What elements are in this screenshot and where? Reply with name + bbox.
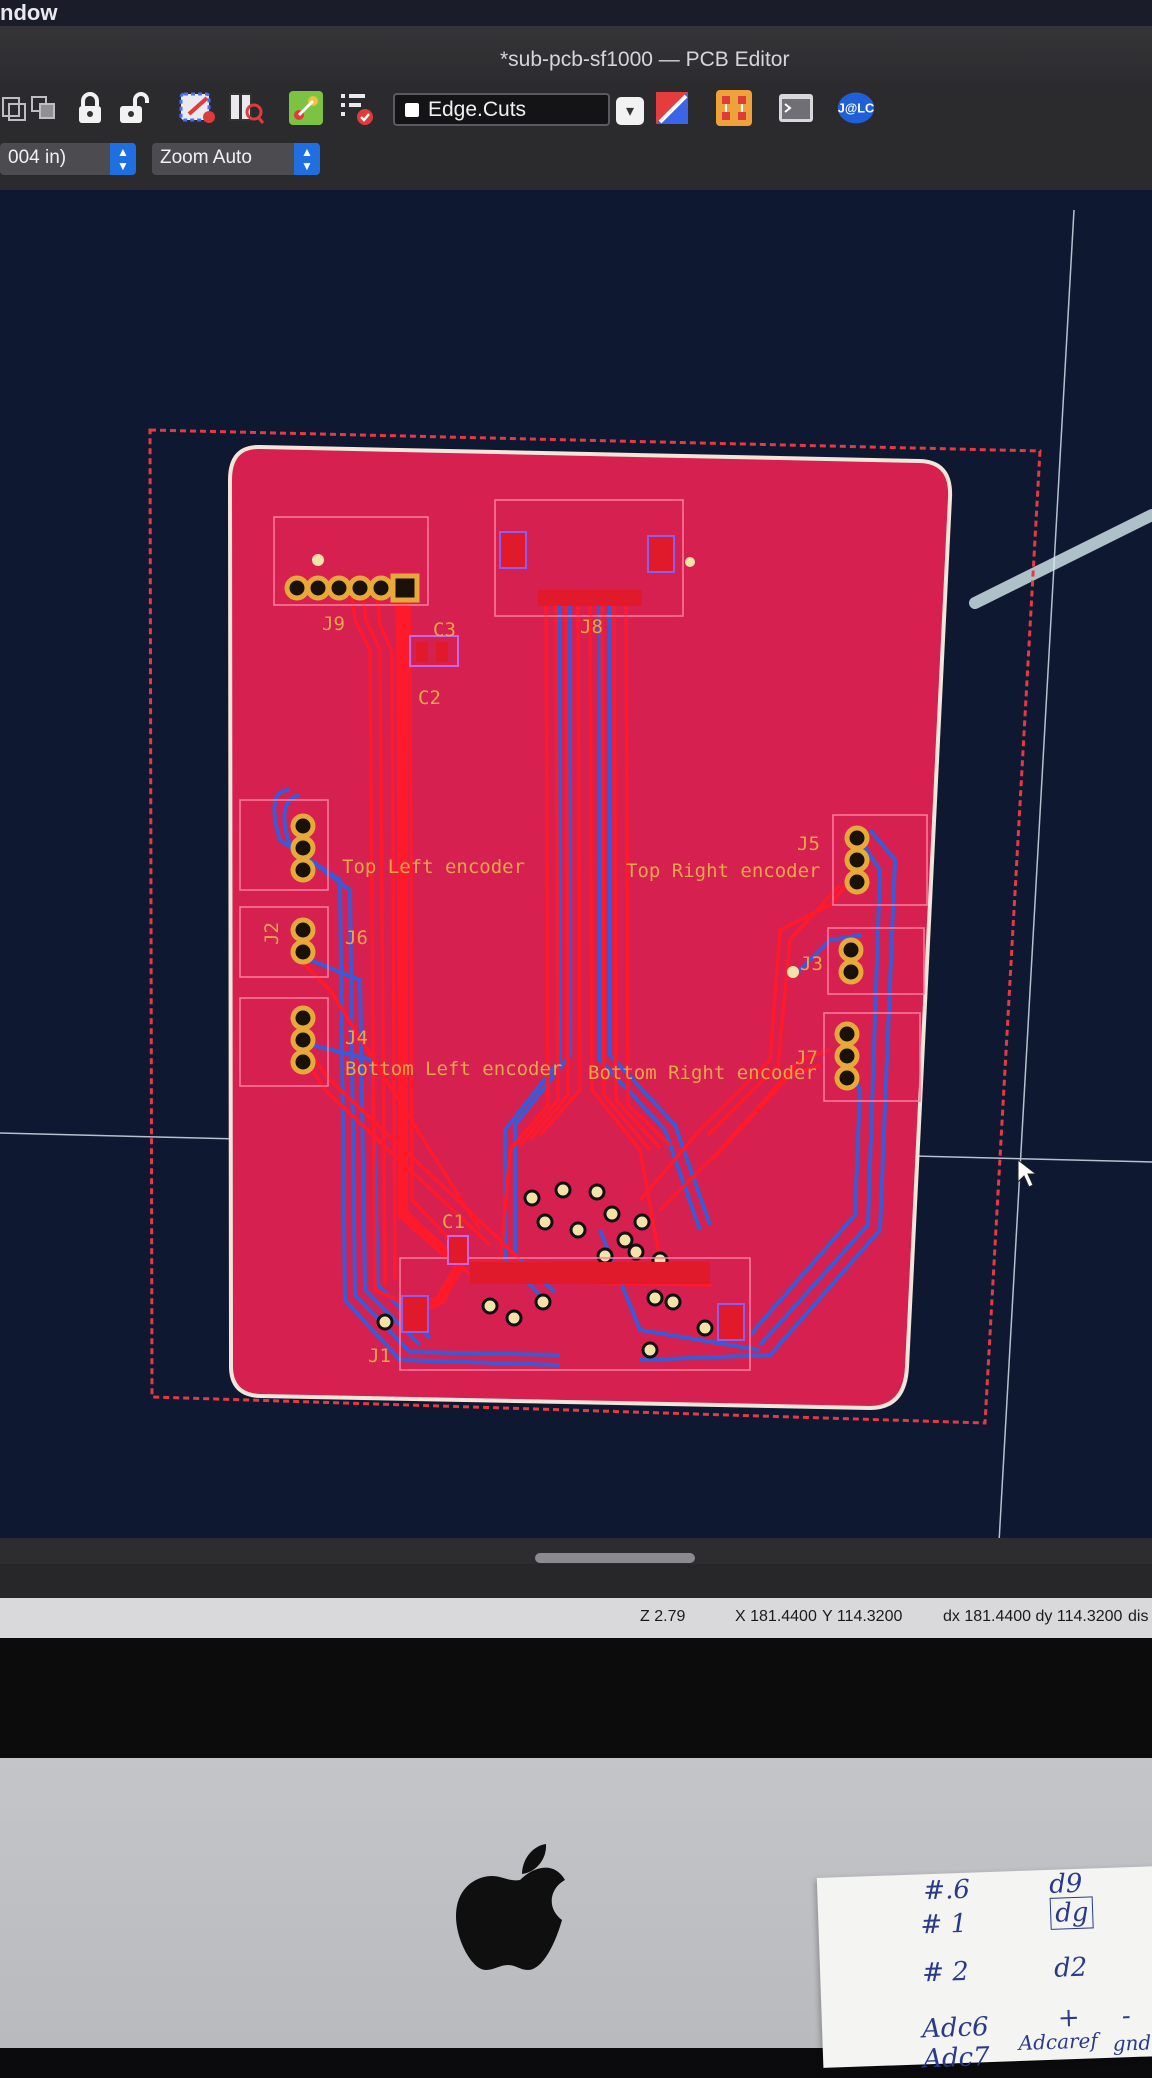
mouse-cursor-icon [1017,1158,1038,1188]
note-line: Adc7 [922,2042,991,2075]
layer-select[interactable]: Edge.Cuts [393,93,610,126]
layer-color-swatch [405,103,419,117]
j8-shield-pad-right [647,535,675,573]
via [312,554,324,566]
j7-connector [834,1021,860,1091]
note-line: - [1121,2001,1132,2032]
lock-icon[interactable] [70,88,110,128]
grid-select-value: 004 in) [8,147,67,168]
pad [416,642,428,662]
checklist-icon[interactable] [336,88,376,128]
note-line: # 2 [921,1956,970,1989]
menu-window[interactable]: ndow [0,0,57,26]
status-bar: Z 2.79 X 181.4400 Y 114.3200 dx 181.4400… [0,1598,1152,1638]
apple-logo-icon [450,1840,590,2015]
j8-shield-pad-left [499,531,527,569]
footprint-icon[interactable] [714,88,754,128]
status-y: Y 114.3200 [822,1608,903,1625]
note-line: Adc6 [921,2012,990,2045]
group-icon[interactable] [24,88,64,128]
ref-c1: C1 [442,1211,465,1233]
updown-arrows-icon: ▲ ▼ [110,143,136,175]
status-dist: dis [1128,1608,1149,1625]
monitor-bezel [0,1638,1152,1758]
ref-j3: J3 [800,953,823,975]
layer-pair-icon[interactable] [652,88,692,128]
zoom-select[interactable]: Zoom Auto ▲ ▼ [152,143,320,175]
crosshair-vertical [997,209,1075,1550]
ref-c2: C2 [418,687,441,709]
via [787,966,799,978]
j8-signal-pads [538,590,642,606]
ref-j1: J1 [368,1345,391,1367]
pcb-canvas[interactable]: J9 C3 C2 J8 J5 J2 J6 J3 J4 J7 C1 J1 Top … [0,190,1152,1550]
j1-shield-pad-right [717,1303,745,1341]
status-x: X 181.4400 [735,1608,817,1625]
note-line: gnd [1112,2030,1152,2056]
ref-c3: C3 [433,619,456,641]
scrollbar-thumb[interactable] [535,1553,695,1563]
unlock-icon[interactable] [114,88,154,128]
jlc-label: J@LC [838,101,874,116]
ref-j2: J2 [261,922,283,945]
label-bottom-left-encoder: Bottom Left encoder [345,1058,562,1080]
ref-j6: J6 [345,927,368,949]
note-line: # 1 [919,1908,968,1941]
ref-j9: J9 [322,613,345,635]
updown-arrows-icon: ▲ ▼ [294,143,320,175]
note-line: d9 [1048,1868,1083,1900]
status-dxdy: dx 181.4400 dy 114.3200 [943,1608,1123,1625]
via [685,557,695,567]
note-line: #.6 [922,1874,971,1907]
sticky-note: #.6 # 1 # 2 Adc6 Adc7 d9 dg d2 + Adcaref… [816,1866,1152,2074]
c1-footprint [447,1235,469,1265]
zoom-select-value: Zoom Auto [160,147,252,168]
label-top-right-encoder: Top Right encoder [626,860,820,882]
ref-j5: J5 [797,833,820,855]
note-line: d2 [1053,1952,1088,1984]
layer-select-value: Edge.Cuts [428,98,527,121]
layer-select-dropdown-button[interactable]: ▾ [616,97,644,125]
drc-icon[interactable] [178,88,218,128]
scripting-console-icon[interactable] [776,88,816,128]
label-top-left-encoder: Top Left encoder [342,856,525,878]
j4-connector [290,1005,316,1075]
window-title: *sub-pcb-sf1000 — PCB Editor [500,48,790,71]
inspect-icon[interactable] [226,88,266,128]
pad [436,642,448,662]
j1-shield-pad-left [401,1295,429,1333]
menubar: ndow [0,0,1152,26]
jlcpcb-plugin-icon[interactable]: J@LC [836,88,876,128]
note-line: dg [1049,1896,1095,1930]
j5-connector [844,825,870,895]
label-bottom-right-encoder: Bottom Right encoder [588,1062,817,1084]
netlist-icon[interactable] [286,88,326,128]
chevron-down-icon: ▾ [625,103,635,120]
j1-signal-pads [470,1262,710,1284]
screen-glare [969,509,1152,609]
ref-j8: J8 [580,616,603,638]
status-divider [0,1564,1152,1598]
ref-j4: J4 [345,1027,368,1049]
j6-connector [290,813,316,883]
pcb-drawing: J9 C3 C2 J8 J5 J2 J6 J3 J4 J7 C1 J1 Top … [0,209,1152,1550]
grid-select[interactable]: 004 in) ▲ ▼ [0,143,136,175]
note-line: Adcaref [1018,2028,1099,2056]
status-zoom: Z 2.79 [640,1608,686,1625]
